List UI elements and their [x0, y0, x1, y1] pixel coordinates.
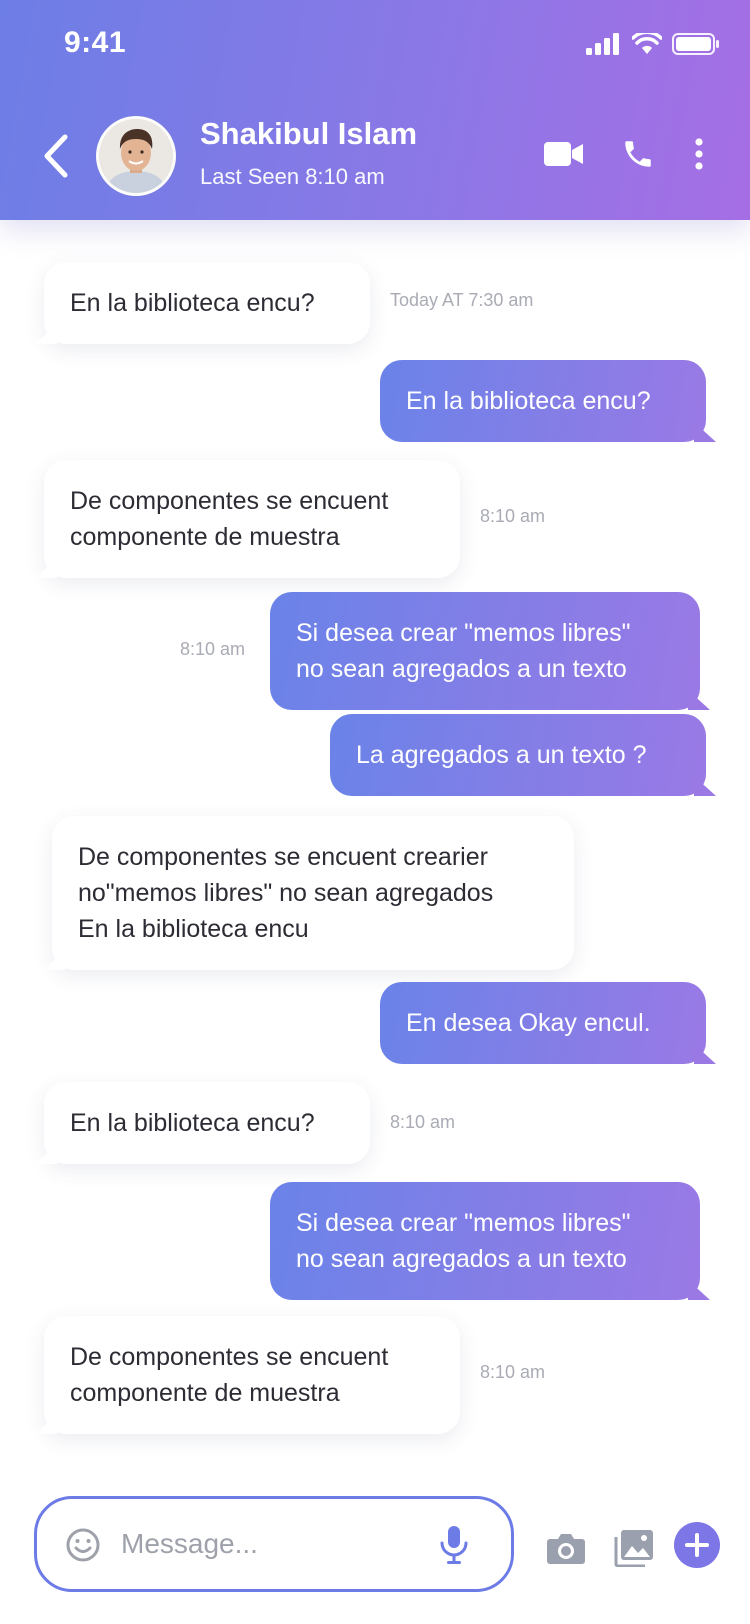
microphone-icon	[440, 1526, 468, 1564]
last-seen-status: Last Seen 8:10 am	[200, 164, 385, 189]
message-text: En la biblioteca encu?	[70, 1109, 315, 1137]
message-text: Si desea crear "memos libres"	[296, 1209, 631, 1237]
avatar[interactable]	[96, 116, 176, 196]
more-vertical-icon	[695, 138, 703, 170]
battery-icon	[672, 33, 719, 55]
status-icons	[586, 32, 720, 56]
video-call-icon	[544, 142, 583, 166]
message-text: En la biblioteca encu	[78, 915, 309, 943]
message-text: no sean agregados a un texto	[296, 655, 627, 683]
message-bubble-outgoing[interactable]: Si desea crear "memos libres" no sean ag…	[270, 592, 700, 710]
avatar-image	[99, 119, 173, 193]
message-bubble-incoming[interactable]: En la biblioteca encu?	[44, 262, 370, 344]
gallery-button[interactable]	[612, 1528, 656, 1568]
message-bubble-outgoing[interactable]: En la biblioteca encu?	[380, 360, 706, 442]
message-text: componente de muestra	[70, 1379, 340, 1407]
camera-button[interactable]	[544, 1528, 588, 1568]
message-bubble-incoming[interactable]: De componentes se encuent componente de …	[44, 460, 460, 578]
message-bubble-incoming[interactable]: De componentes se encuent componente de …	[44, 1316, 460, 1434]
emoji-button[interactable]	[65, 1527, 101, 1568]
message-timestamp: 8:10 am	[480, 1362, 546, 1382]
wifi-icon	[632, 33, 662, 54]
back-button[interactable]	[36, 128, 76, 184]
add-icon	[685, 1533, 709, 1557]
message-text: En desea Okay encul.	[406, 1009, 651, 1037]
message-bubble-outgoing[interactable]: Si desea crear "memos libres" no sean ag…	[270, 1182, 700, 1300]
message-text: componente de muestra	[70, 523, 340, 551]
message-text: En la biblioteca encu?	[70, 289, 315, 317]
back-arrow-icon	[44, 134, 68, 178]
message-text: De componentes se encuent	[70, 1343, 389, 1371]
message-timestamp: 8:10 am	[180, 639, 246, 659]
message-bubble-outgoing[interactable]: En desea Okay encul.	[380, 982, 706, 1064]
message-bubble-incoming[interactable]: En la biblioteca encu?	[44, 1082, 370, 1164]
video-call-button[interactable]	[542, 132, 586, 176]
message-text: De componentes se encuent crearier	[78, 843, 488, 871]
signal-icon	[586, 33, 619, 55]
message-text: De componentes se encuent	[70, 487, 389, 515]
message-text: En la biblioteca encu?	[406, 387, 651, 415]
message-text: no"memos libres" no sean agregados	[78, 879, 494, 907]
message-timestamp: 8:10 am	[480, 506, 546, 526]
message-timestamp: Today AT 7:30 am	[390, 290, 534, 310]
more-options-button[interactable]	[684, 132, 714, 176]
camera-icon	[547, 1534, 585, 1564]
gallery-icon	[614, 1530, 653, 1567]
phone-call-button[interactable]	[618, 132, 658, 176]
status-time: 9:41	[64, 26, 127, 59]
emoji-icon	[66, 1528, 100, 1562]
message-bubble-incoming[interactable]: De componentes se encuent crearier no"me…	[52, 816, 574, 970]
message-text: Si desea crear "memos libres"	[296, 619, 631, 647]
contact-name[interactable]: Shakibul Islam	[200, 116, 417, 152]
message-text: no sean agregados a un texto	[296, 1245, 627, 1273]
microphone-button[interactable]	[439, 1525, 469, 1570]
message-text: La agregados a un texto ?	[356, 741, 647, 769]
phone-icon	[625, 141, 651, 167]
message-composer	[34, 1496, 514, 1592]
add-button[interactable]	[674, 1522, 720, 1568]
message-input[interactable]	[121, 1519, 401, 1569]
message-bubble-outgoing[interactable]: La agregados a un texto ?	[330, 714, 706, 796]
chat-header: 9:41 Shakibul Islam Last Seen 8:10 am	[0, 0, 750, 220]
message-timestamp: 8:10 am	[390, 1112, 456, 1132]
